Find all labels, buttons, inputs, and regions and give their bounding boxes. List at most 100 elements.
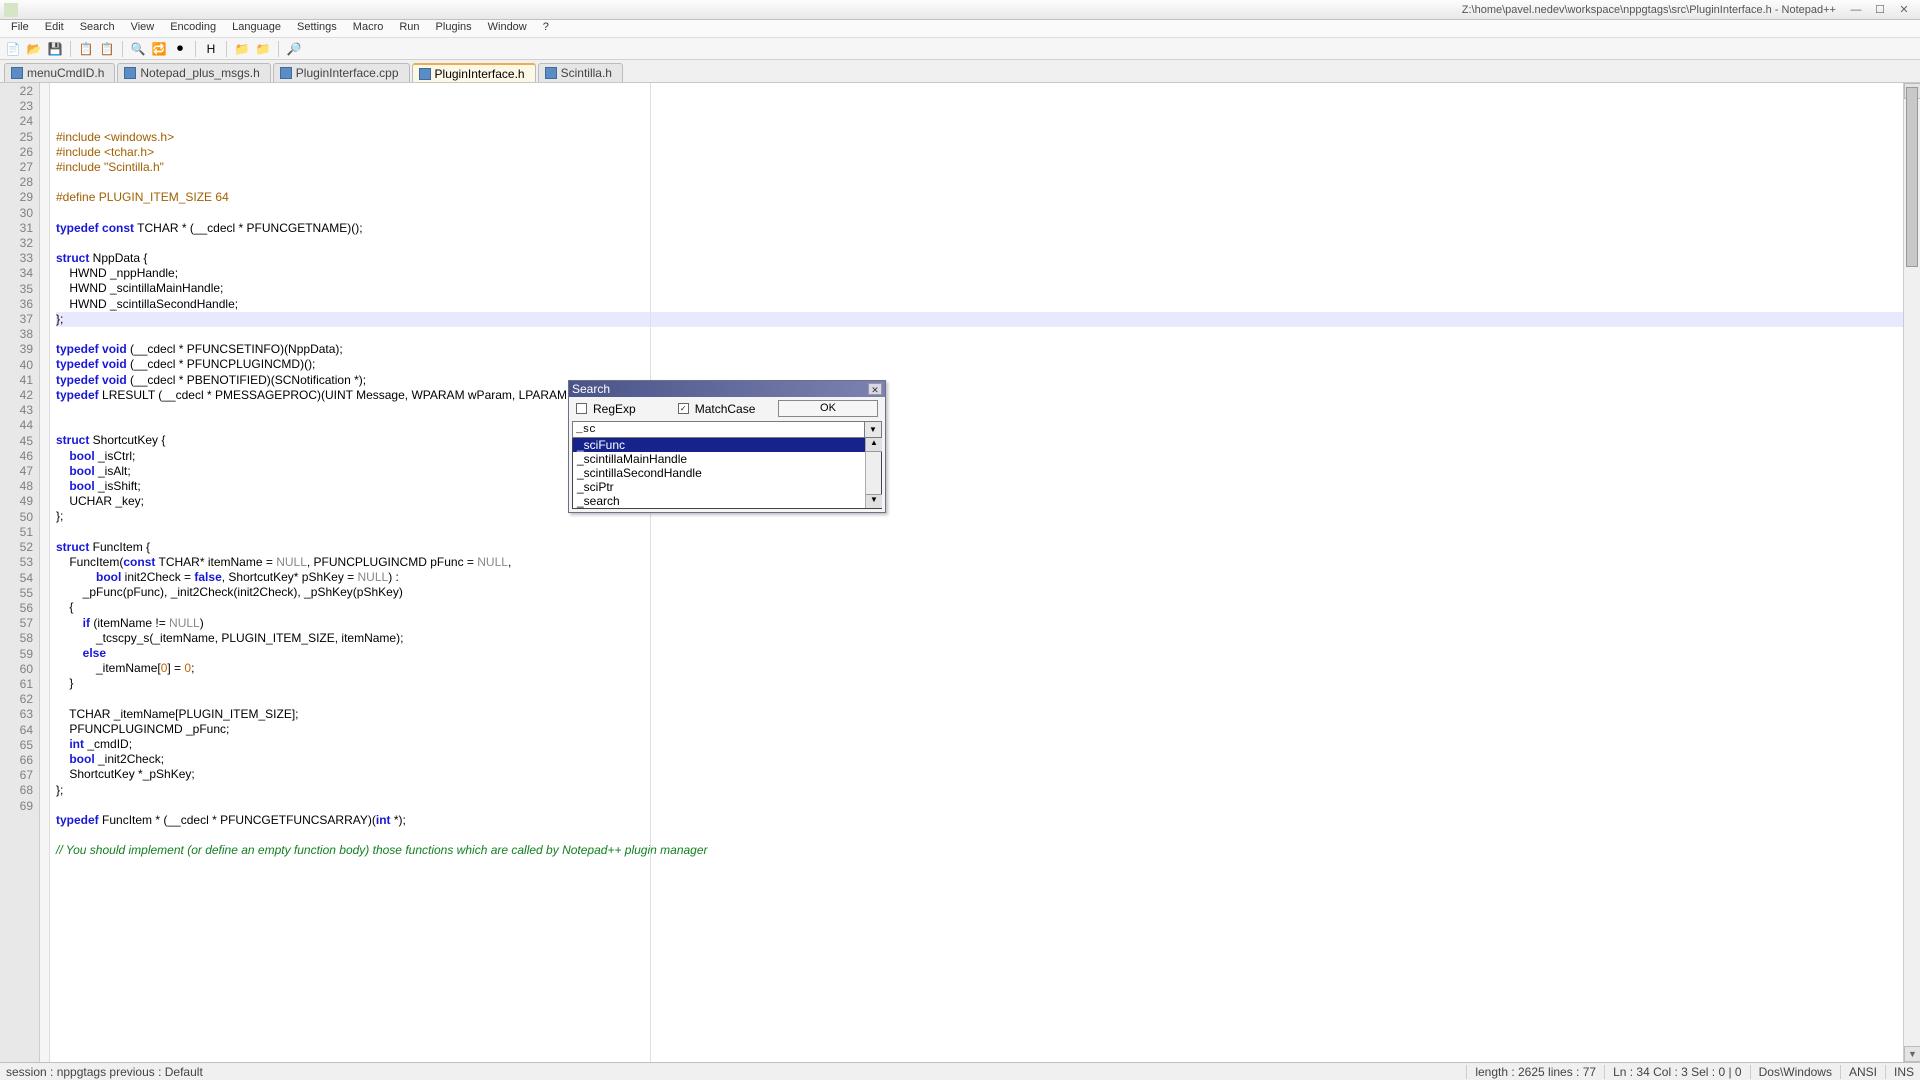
code-line[interactable]: }; xyxy=(56,312,1916,327)
code-line[interactable]: }; xyxy=(56,509,1916,524)
code-line[interactable]: FuncItem(const TCHAR* itemName = NULL, P… xyxy=(56,555,1916,570)
code-line[interactable] xyxy=(56,403,1916,418)
code-line[interactable]: int _cmdID; xyxy=(56,737,1916,752)
code-line[interactable]: bool _isCtrl; xyxy=(56,449,1916,464)
close-button[interactable]: ✕ xyxy=(1892,2,1916,18)
code-line[interactable]: typedef void (__cdecl * PBENOTIFIED)(SCN… xyxy=(56,373,1916,388)
code-line[interactable]: PFUNCPLUGINCMD _pFunc; xyxy=(56,722,1916,737)
gear-icon[interactable]: H xyxy=(202,40,220,58)
code-line[interactable] xyxy=(56,828,1916,843)
suggest-scroll-down-icon[interactable]: ▼ xyxy=(866,494,882,508)
search-dialog[interactable]: Search ✕ RegExp ✓ MatchCase OK ▼ _sciFun… xyxy=(568,380,886,513)
code-line[interactable]: #define PLUGIN_ITEM_SIZE 64 xyxy=(56,190,1916,205)
save-icon[interactable]: 💾 xyxy=(46,40,64,58)
suggestion-item[interactable]: _scintillaSecondHandle xyxy=(573,466,881,480)
suggestion-item[interactable]: _sciFunc xyxy=(573,438,881,452)
folder-icon[interactable]: 📁 xyxy=(233,40,251,58)
code-line[interactable]: { xyxy=(56,600,1916,615)
suggest-scroll-up-icon[interactable]: ▲ xyxy=(866,438,882,452)
menu-edit[interactable]: Edit xyxy=(38,20,71,37)
code-line[interactable]: bool init2Check = false, ShortcutKey* pS… xyxy=(56,570,1916,585)
copy-icon[interactable]: 📋 xyxy=(77,40,95,58)
menu-view[interactable]: View xyxy=(124,20,162,37)
code-line[interactable] xyxy=(56,175,1916,190)
code-line[interactable]: bool _init2Check; xyxy=(56,752,1916,767)
code-line[interactable] xyxy=(56,692,1916,707)
menu-?[interactable]: ? xyxy=(536,20,556,37)
code-line[interactable]: typedef FuncItem * (__cdecl * PFUNCGETFU… xyxy=(56,813,1916,828)
code-line[interactable]: typedef LRESULT (__cdecl * PMESSAGEPROC)… xyxy=(56,388,1916,403)
search-input[interactable] xyxy=(572,421,865,438)
folder2-icon[interactable]: 📁 xyxy=(254,40,272,58)
code-line[interactable]: else xyxy=(56,646,1916,661)
file-tab[interactable]: PluginInterface.cpp xyxy=(273,63,410,82)
code-line[interactable]: _tcscpy_s(_itemName, PLUGIN_ITEM_SIZE, i… xyxy=(56,631,1916,646)
code-line[interactable]: bool _isAlt; xyxy=(56,464,1916,479)
code-line[interactable] xyxy=(56,236,1916,251)
code-line[interactable]: HWND _scintillaSecondHandle; xyxy=(56,297,1916,312)
fold-column[interactable] xyxy=(40,83,50,1062)
code-line[interactable]: #include <windows.h> xyxy=(56,130,1916,145)
file-tab[interactable]: Notepad_plus_msgs.h xyxy=(117,63,270,82)
code-line[interactable]: UCHAR _key; xyxy=(56,494,1916,509)
vertical-scrollbar[interactable]: ▲ ▼ xyxy=(1903,83,1920,1062)
code-line[interactable] xyxy=(56,327,1916,342)
dropdown-toggle-icon[interactable]: ▼ xyxy=(865,421,882,438)
code-line[interactable]: #include <tchar.h> xyxy=(56,145,1916,160)
code-line[interactable] xyxy=(56,418,1916,433)
suggestion-list[interactable]: _sciFunc_scintillaMainHandle_scintillaSe… xyxy=(572,438,882,509)
code-line[interactable]: if (itemName != NULL) xyxy=(56,616,1916,631)
menu-language[interactable]: Language xyxy=(225,20,288,37)
file-tab[interactable]: Scintilla.h xyxy=(538,63,623,82)
dialog-close-button[interactable]: ✕ xyxy=(868,383,882,395)
code-line[interactable]: #include "Scintilla.h" xyxy=(56,160,1916,175)
maximize-button[interactable]: ☐ xyxy=(1868,2,1892,18)
code-line[interactable]: struct NppData { xyxy=(56,251,1916,266)
code-line[interactable]: _pFunc(pFunc), _init2Check(init2Check), … xyxy=(56,585,1916,600)
suggestion-item[interactable]: _search xyxy=(573,494,881,508)
code-line[interactable]: // You should implement (or define an em… xyxy=(56,843,1916,858)
replace-icon[interactable]: 🔁 xyxy=(150,40,168,58)
menu-search[interactable]: Search xyxy=(73,20,122,37)
record-icon[interactable]: ⏺ xyxy=(171,40,189,58)
suggestion-item[interactable]: _scintillaMainHandle xyxy=(573,452,881,466)
open-file-icon[interactable]: 📂 xyxy=(25,40,43,58)
file-tab[interactable]: menuCmdID.h xyxy=(4,63,115,82)
menu-encoding[interactable]: Encoding xyxy=(163,20,223,37)
code-area[interactable]: #include <windows.h>#include <tchar.h>#i… xyxy=(50,83,1920,1062)
ok-button[interactable]: OK xyxy=(778,400,878,417)
code-line[interactable]: struct FuncItem { xyxy=(56,540,1916,555)
zoom-icon[interactable]: 🔎 xyxy=(285,40,303,58)
menu-file[interactable]: File xyxy=(4,20,36,37)
code-line[interactable]: _itemName[0] = 0; xyxy=(56,661,1916,676)
code-line[interactable] xyxy=(56,206,1916,221)
suggestion-item[interactable]: _sciPtr xyxy=(573,480,881,494)
matchcase-checkbox[interactable]: ✓ xyxy=(678,403,689,414)
code-line[interactable]: HWND _nppHandle; xyxy=(56,266,1916,281)
find-icon[interactable]: 🔍 xyxy=(129,40,147,58)
suggestion-scrollbar[interactable]: ▲ ▼ xyxy=(865,438,881,508)
file-tab[interactable]: PluginInterface.h xyxy=(412,63,536,82)
code-line[interactable]: TCHAR _itemName[PLUGIN_ITEM_SIZE]; xyxy=(56,707,1916,722)
code-line[interactable]: HWND _scintillaMainHandle; xyxy=(56,281,1916,296)
code-line[interactable] xyxy=(56,798,1916,813)
scroll-down-icon[interactable]: ▼ xyxy=(1904,1046,1920,1062)
code-line[interactable]: typedef void (__cdecl * PFUNCPLUGINCMD)(… xyxy=(56,357,1916,372)
menu-plugins[interactable]: Plugins xyxy=(429,20,479,37)
code-line[interactable]: struct ShortcutKey { xyxy=(56,433,1916,448)
scroll-thumb[interactable] xyxy=(1906,87,1918,267)
code-line[interactable]: ShortcutKey *_pShKey; xyxy=(56,767,1916,782)
code-line[interactable] xyxy=(56,524,1916,539)
new-file-icon[interactable]: 📄 xyxy=(4,40,22,58)
paste-icon[interactable]: 📋 xyxy=(98,40,116,58)
menu-window[interactable]: Window xyxy=(481,20,534,37)
code-line[interactable]: bool _isShift; xyxy=(56,479,1916,494)
menu-run[interactable]: Run xyxy=(392,20,426,37)
menu-macro[interactable]: Macro xyxy=(346,20,391,37)
code-line[interactable]: } xyxy=(56,676,1916,691)
editor[interactable]: 2223242526272829303132333435363738394041… xyxy=(0,83,1920,1062)
code-line[interactable]: }; xyxy=(56,783,1916,798)
code-line[interactable]: typedef const TCHAR * (__cdecl * PFUNCGE… xyxy=(56,221,1916,236)
minimize-button[interactable]: — xyxy=(1844,2,1868,18)
regexp-checkbox[interactable] xyxy=(576,403,587,414)
